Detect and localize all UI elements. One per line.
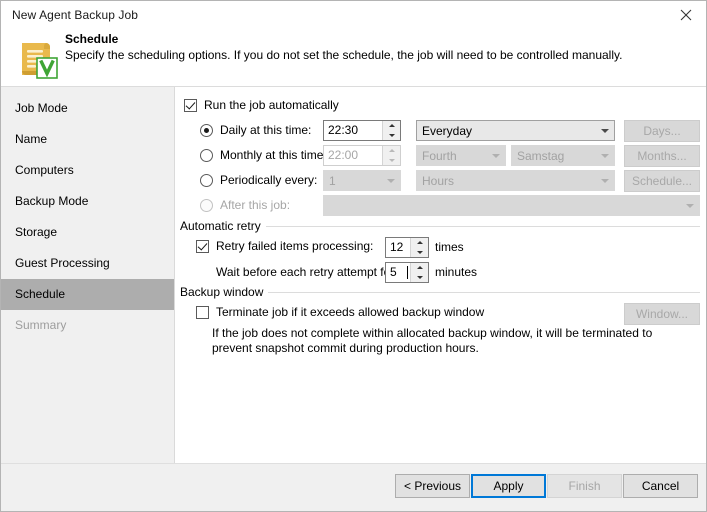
title-bar: New Agent Backup Job: [1, 1, 706, 29]
dialog-footer: < Previous Apply Finish Cancel: [1, 463, 706, 511]
monthly-time-spinner: 22:00: [323, 145, 401, 166]
monthly-radio[interactable]: [200, 148, 213, 162]
retry-failed-items-label: Retry failed items processing:: [216, 239, 374, 253]
wizard-sidebar: Job Mode Name Computers Backup Mode Stor…: [1, 87, 175, 463]
days-button: Days...: [624, 120, 700, 142]
window-button: Window...: [624, 303, 700, 325]
daily-time-spinner[interactable]: 22:30: [323, 120, 401, 141]
after-this-job-combo: [323, 195, 700, 216]
terminate-job-label: Terminate job if it exceeds allowed back…: [216, 305, 485, 319]
retry-count-value[interactable]: 12: [386, 238, 410, 257]
cancel-button[interactable]: Cancel: [623, 474, 698, 498]
daily-days-combo[interactable]: Everyday: [416, 120, 615, 141]
wait-minutes-spinner[interactable]: 5: [385, 262, 429, 283]
wait-before-retry-label: Wait before each retry attempt for:: [216, 265, 398, 279]
backup-window-help-line-1: If the job does not complete within allo…: [212, 326, 653, 340]
chevron-down-icon: [487, 154, 505, 158]
periodically-interval-combo: 1: [323, 170, 401, 191]
sidebar-item-guest-processing[interactable]: Guest Processing: [1, 248, 174, 279]
daily-time-value[interactable]: 22:30: [324, 121, 382, 140]
periodically-radio-row[interactable]: Periodically every:: [200, 173, 317, 187]
periodically-radio[interactable]: [200, 173, 213, 187]
retry-count-spin-down[interactable]: [411, 248, 428, 258]
schedule-button: Schedule...: [624, 170, 700, 192]
monthly-ordinal-combo-value: Fourth: [422, 148, 457, 163]
periodically-label: Periodically every:: [220, 173, 318, 187]
backup-window-group-divider: [268, 292, 700, 293]
monthly-ordinal-combo: Fourth: [416, 145, 506, 166]
daily-time-spin-down[interactable]: [383, 131, 400, 141]
daily-radio-row[interactable]: Daily at this time:: [200, 123, 311, 137]
sidebar-item-schedule[interactable]: Schedule: [1, 279, 174, 310]
monthly-weekday-combo-value: Samstag: [517, 148, 565, 163]
page-title: Schedule: [65, 32, 119, 46]
dialog-header: Schedule Specify the scheduling options.…: [1, 29, 706, 87]
daily-time-spin-up[interactable]: [383, 121, 400, 131]
retry-count-spinner[interactable]: 12: [385, 237, 429, 258]
monthly-time-value: 22:00: [328, 148, 359, 162]
monthly-label: Monthly at this time:: [220, 148, 327, 162]
sidebar-item-storage[interactable]: Storage: [1, 217, 174, 248]
finish-button: Finish: [547, 474, 622, 498]
wait-minutes-spin-up[interactable]: [411, 263, 428, 273]
after-this-job-label: After this job:: [220, 198, 291, 212]
monthly-weekday-combo: Samstag: [511, 145, 615, 166]
backup-window-help-line-2: prevent snapshot commit during productio…: [212, 341, 479, 355]
monthly-time-spin-down: [383, 156, 400, 166]
retry-failed-items-checkbox[interactable]: [196, 239, 209, 253]
apply-button[interactable]: Apply: [471, 474, 546, 498]
periodically-unit-combo: Hours: [416, 170, 615, 191]
backup-window-group-label: Backup window: [180, 285, 269, 299]
run-job-automatically-checkbox[interactable]: [184, 98, 197, 112]
chevron-down-icon: [596, 154, 614, 158]
wait-minutes-spin-down[interactable]: [411, 273, 428, 283]
automatic-retry-group-label: Automatic retry: [180, 219, 266, 233]
daily-radio[interactable]: [200, 123, 213, 137]
run-job-automatically-checkbox-row[interactable]: Run the job automatically: [184, 98, 339, 112]
retry-count-spin-buttons[interactable]: [410, 238, 428, 257]
daily-time-spin-buttons[interactable]: [382, 121, 400, 140]
periodically-interval-combo-value: 1: [329, 173, 336, 188]
daily-days-combo-value: Everyday: [422, 123, 473, 138]
after-this-job-radio: [200, 198, 213, 212]
monthly-radio-row[interactable]: Monthly at this time:: [200, 148, 327, 162]
chevron-down-icon: [596, 179, 614, 183]
sidebar-item-job-mode[interactable]: Job Mode: [1, 93, 174, 124]
text-caret: [407, 266, 408, 279]
monthly-time-spin-buttons: [382, 146, 400, 165]
terminate-job-row[interactable]: Terminate job if it exceeds allowed back…: [196, 305, 484, 319]
chevron-down-icon: [596, 129, 614, 133]
terminate-job-checkbox[interactable]: [196, 305, 209, 319]
retry-count-spin-up[interactable]: [411, 238, 428, 248]
dialog-window: New Agent Backup Job Schedule Specify th…: [0, 0, 707, 512]
window-title: New Agent Backup Job: [12, 8, 139, 22]
chevron-down-icon: [681, 204, 699, 208]
monthly-time-spin-up: [383, 146, 400, 156]
retry-failed-items-row[interactable]: Retry failed items processing:: [196, 239, 373, 253]
after-this-job-radio-row: After this job:: [200, 198, 290, 212]
sidebar-item-computers[interactable]: Computers: [1, 155, 174, 186]
sidebar-item-summary: Summary: [15, 318, 67, 332]
daily-label: Daily at this time:: [220, 123, 312, 137]
sidebar-item-backup-mode[interactable]: Backup Mode: [1, 186, 174, 217]
schedule-options-panel: Run the job automatically Daily at this …: [176, 87, 706, 463]
wait-minutes-unit-label: minutes: [435, 265, 478, 279]
sidebar-item-name[interactable]: Name: [1, 124, 174, 155]
chevron-down-icon: [382, 179, 400, 183]
page-subtitle: Specify the scheduling options. If you d…: [65, 48, 623, 62]
periodically-unit-combo-value: Hours: [422, 173, 455, 188]
retry-count-unit-label: times: [435, 240, 464, 254]
wait-minutes-spin-buttons[interactable]: [410, 263, 428, 282]
run-job-automatically-label: Run the job automatically: [204, 98, 339, 112]
months-button: Months...: [624, 145, 700, 167]
schedule-scroll-icon: [13, 34, 61, 82]
close-icon[interactable]: [663, 1, 706, 28]
automatic-retry-group-divider: [264, 226, 700, 227]
previous-button[interactable]: < Previous: [395, 474, 470, 498]
